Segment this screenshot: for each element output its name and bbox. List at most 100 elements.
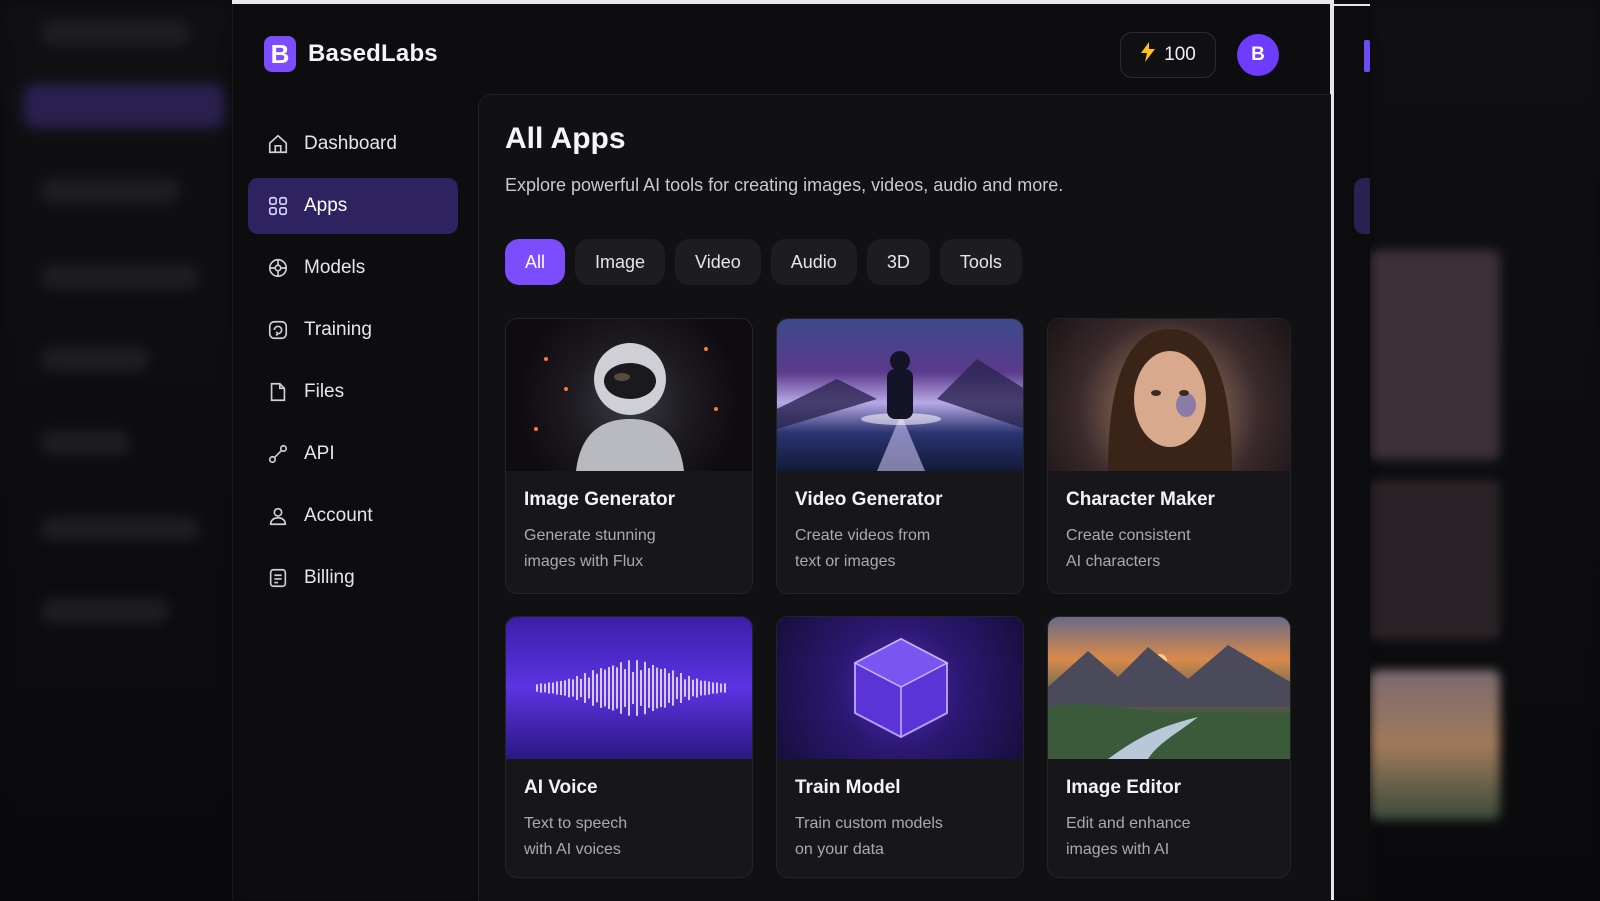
- sidebar-item-models[interactable]: Models: [248, 240, 458, 296]
- sidebar-item-dashboard[interactable]: Dashboard: [248, 116, 458, 172]
- waveform-bar: [640, 670, 642, 706]
- sidebar-item-label: Dashboard: [304, 133, 397, 154]
- app-card-description-line: Text to speech: [524, 815, 628, 832]
- app-card-video-generator[interactable]: Video Generator Create videos from text …: [776, 318, 1024, 594]
- waveform-bar: [660, 668, 662, 708]
- filter-audio[interactable]: Audio: [770, 239, 857, 285]
- waveform-bar: [716, 682, 718, 694]
- waveform-bar: [704, 680, 706, 696]
- app-card-description-line: Train custom models: [795, 815, 943, 832]
- astronaut-image: [506, 319, 752, 471]
- app-card-title: Image Generator: [524, 489, 675, 510]
- filter-3d[interactable]: 3D: [866, 239, 930, 285]
- sidebar-item-label: Training: [304, 319, 372, 340]
- blurred-shape: [40, 516, 200, 542]
- user-avatar[interactable]: B: [1237, 34, 1279, 76]
- category-filters: All Image Video Audio 3D Tools: [505, 239, 1022, 285]
- app-card-description: Create consistent AI characters: [1048, 511, 1254, 575]
- app-card-ai-voice[interactable]: AI Voice Text to speech with AI voices: [505, 616, 753, 878]
- waveform-bar: [556, 681, 558, 695]
- blurred-shape: [1370, 250, 1500, 460]
- app-card-image-generator[interactable]: Image Generator Generate stunning images…: [505, 318, 753, 594]
- sidebar: Dashboard Apps Models Training Files API: [248, 116, 458, 612]
- waveform-bar: [656, 667, 658, 709]
- credits-badge[interactable]: 100: [1120, 32, 1216, 78]
- app-card-description-line: images with Flux: [524, 553, 644, 570]
- waveform-bar: [644, 661, 646, 715]
- sidebar-item-label: Account: [304, 505, 373, 526]
- waveform-image: [506, 617, 752, 759]
- waveform-bar: [692, 679, 694, 697]
- blurred-shape: [1370, 480, 1500, 640]
- app-card-description: Train custom models on your data: [777, 799, 983, 863]
- blurred-shape: [40, 20, 190, 46]
- app-card-title: Video Generator: [795, 489, 943, 510]
- filter-tools[interactable]: Tools: [939, 239, 1022, 285]
- sidebar-item-apps[interactable]: Apps: [248, 178, 458, 234]
- waveform-bar: [604, 669, 606, 707]
- waveform-bar: [544, 683, 546, 693]
- waveform-bar: [592, 670, 594, 706]
- waveform-bar: [580, 678, 582, 698]
- portrait-image: [1048, 319, 1290, 471]
- adjacent-logo-edge: [1364, 40, 1370, 72]
- link-icon: [266, 442, 290, 466]
- waveform-bar: [676, 676, 678, 700]
- app-card-description-line: text or images: [795, 553, 896, 570]
- figure-on-road-image: [777, 319, 1023, 471]
- waveform-bar: [720, 683, 722, 693]
- app-card-description: Edit and enhance images with AI: [1048, 799, 1254, 863]
- sidebar-item-account[interactable]: Account: [248, 488, 458, 544]
- user-icon: [266, 504, 290, 528]
- waveform-bar: [652, 664, 654, 712]
- waveform-bar: [564, 680, 566, 696]
- app-card-description: Text to speech with AI voices: [506, 799, 712, 863]
- sidebar-item-label: Billing: [304, 567, 355, 588]
- background-window-right: [1370, 0, 1600, 900]
- sidebar-item-files[interactable]: Files: [248, 364, 458, 420]
- waveform-bar: [616, 667, 618, 709]
- waveform-bar: [596, 673, 598, 703]
- app-card-description-line: Edit and enhance: [1066, 815, 1191, 832]
- brand-logo[interactable]: B BasedLabs: [264, 36, 438, 72]
- app-card-description: Generate stunning images with Flux: [506, 511, 712, 575]
- waveform-bar: [624, 669, 626, 707]
- app-card-title: AI Voice: [524, 777, 598, 798]
- landscape-image: [1048, 617, 1290, 759]
- sidebar-item-billing[interactable]: Billing: [248, 550, 458, 606]
- app-card-image-editor[interactable]: Image Editor Edit and enhance images wit…: [1047, 616, 1291, 878]
- app-card-character-maker[interactable]: Character Maker Create consistent AI cha…: [1047, 318, 1291, 594]
- blurred-shape: [40, 598, 170, 624]
- waveform-bar: [632, 671, 634, 705]
- waveform-bar: [688, 675, 690, 701]
- waveform-bar: [588, 677, 590, 699]
- app-card-description: Create videos from text or images: [777, 511, 983, 575]
- logo-icon: B: [264, 36, 296, 72]
- filter-all[interactable]: All: [505, 239, 566, 285]
- waveform-bar: [648, 668, 650, 708]
- file-icon: [266, 380, 290, 404]
- training-icon: [266, 318, 290, 342]
- sidebar-item-api[interactable]: API: [248, 426, 458, 482]
- blurred-shape: [40, 430, 130, 456]
- blurred-shape: [1370, 670, 1500, 820]
- brand-name: BasedLabs: [308, 40, 438, 67]
- waveform-bar: [708, 681, 710, 695]
- filter-image[interactable]: Image: [575, 239, 666, 285]
- lightning-icon: [1140, 42, 1156, 68]
- waveform-bar: [712, 682, 714, 694]
- apps-icon: [266, 194, 290, 218]
- sidebar-item-training[interactable]: Training: [248, 302, 458, 358]
- waveform-bar: [620, 662, 622, 714]
- waveform-bar: [552, 682, 554, 694]
- app-card-train-model[interactable]: Train Model Train custom models on your …: [776, 616, 1024, 878]
- sidebar-item-label: Apps: [304, 195, 348, 216]
- waveform-bar: [576, 675, 578, 701]
- app-card-title: Train Model: [795, 777, 901, 798]
- waveform-bar: [608, 667, 610, 709]
- waveform-bar: [724, 683, 726, 693]
- window-edge-strip: [1334, 4, 1370, 6]
- cube-image: [777, 617, 1023, 759]
- filter-video[interactable]: Video: [675, 239, 761, 285]
- blurred-shape: [40, 178, 180, 204]
